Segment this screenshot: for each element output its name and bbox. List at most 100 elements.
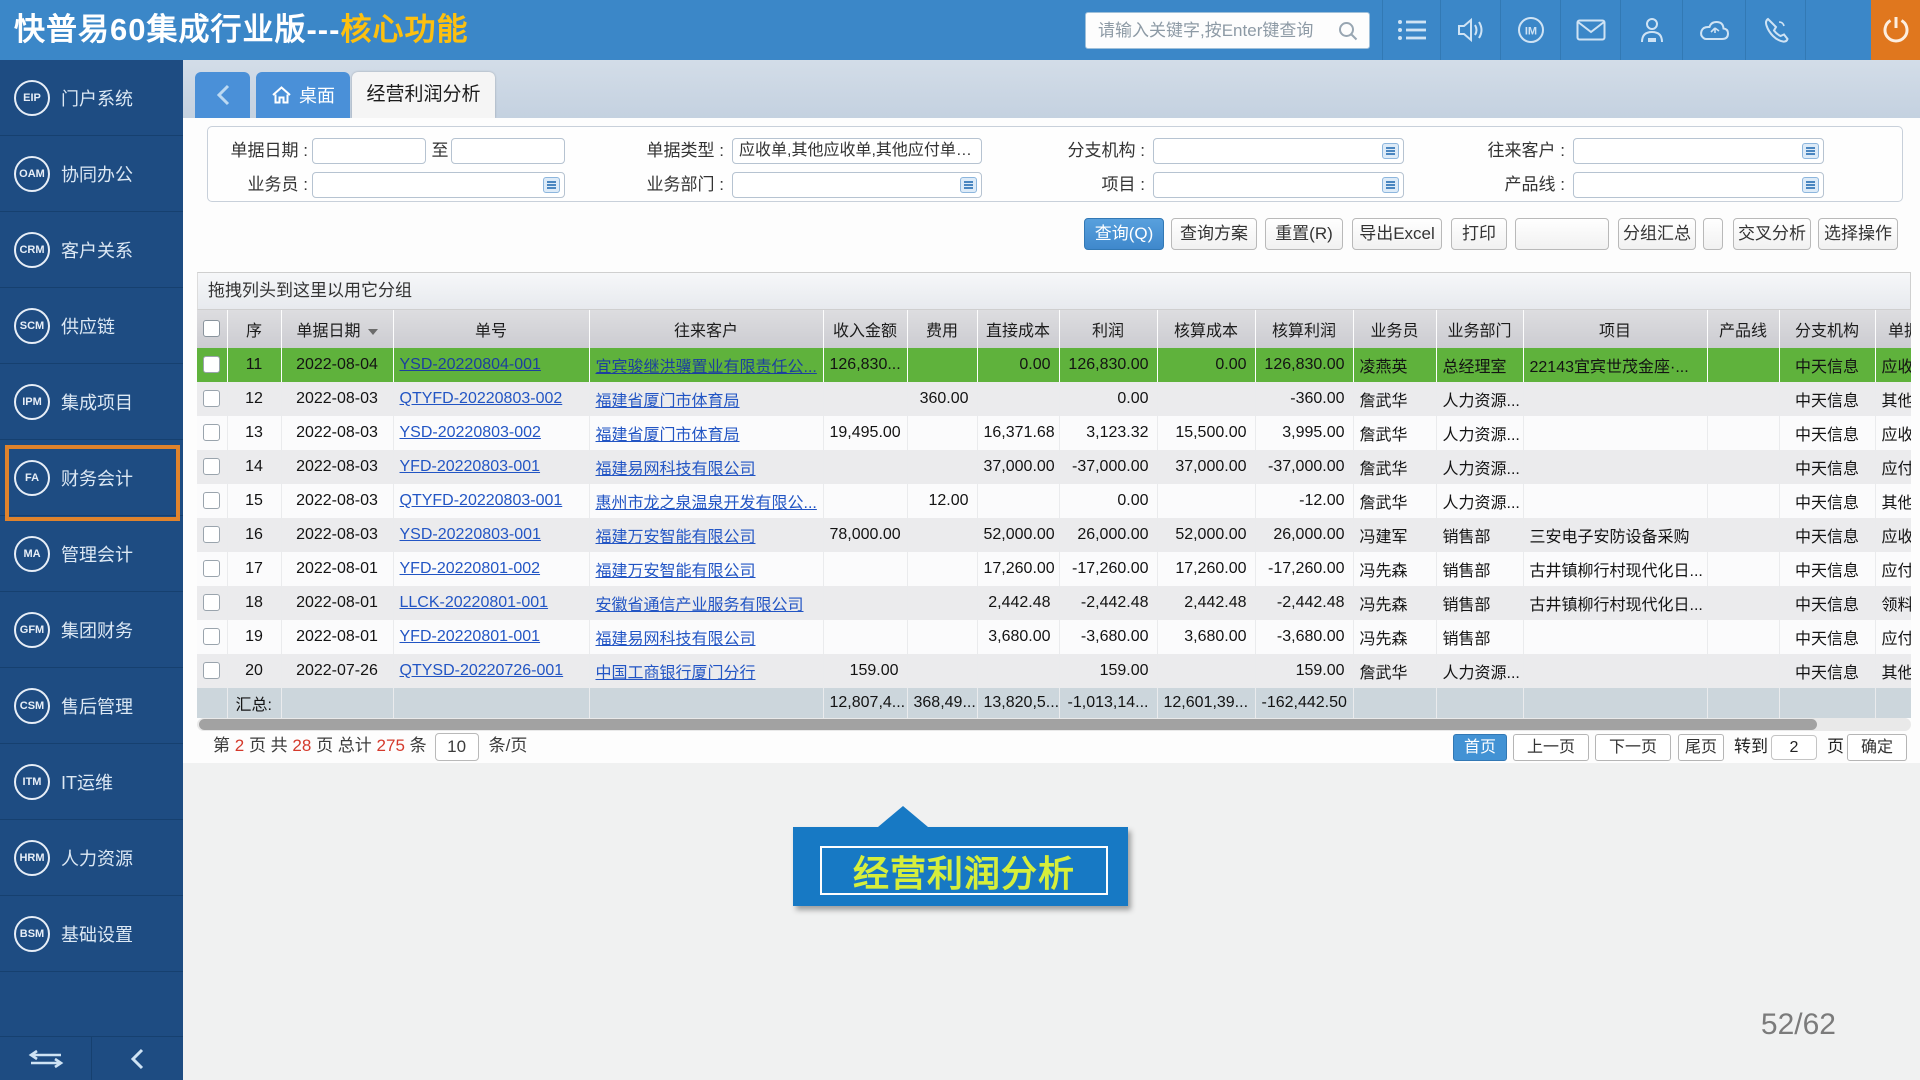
sidebar-item-hrm[interactable]: HRM人力资源 <box>0 820 183 896</box>
column-header-salesman[interactable]: 业务员 <box>1353 310 1436 348</box>
customer-link[interactable]: 宜宾骏继洪骥置业有限责任公... <box>596 359 817 376</box>
customer-link[interactable]: 中国工商银行厦门分行 <box>596 665 756 682</box>
menu-list-button[interactable] <box>1382 0 1440 60</box>
table-row[interactable]: 192022-08-01YFD-20220801-001福建易网科技有限公司3,… <box>197 620 1911 654</box>
sidebar-item-ma[interactable]: MA管理会计 <box>0 516 183 592</box>
select-all-checkbox[interactable] <box>203 320 220 337</box>
sidebar-collapse-button[interactable] <box>91 1037 182 1080</box>
sidebar-item-gfm[interactable]: GFM集团财务 <box>0 592 183 668</box>
doc_no-link[interactable]: YSD-20220803-002 <box>400 424 541 441</box>
doc_no-link[interactable]: LLCK-20220801-001 <box>400 594 549 611</box>
row-checkbox[interactable] <box>203 492 220 509</box>
sidebar-item-eip[interactable]: EIP门户系统 <box>0 60 183 136</box>
sidebar-item-oam[interactable]: OAM协同办公 <box>0 136 183 212</box>
customer-link[interactable]: 福建万安智能有限公司 <box>596 529 756 546</box>
sidebar-item-csm[interactable]: CSM售后管理 <box>0 668 183 744</box>
query-plan-button[interactable]: 查询方案 <box>1171 218 1257 250</box>
row-checkbox[interactable] <box>203 458 220 475</box>
table-row[interactable]: 172022-08-01YFD-20220801-002福建万安智能有限公司17… <box>197 552 1911 586</box>
cross-analysis-button[interactable]: 交叉分析 <box>1733 218 1811 250</box>
filter-input-date-to[interactable] <box>451 138 565 164</box>
table-row[interactable]: 182022-08-01LLCK-20220801-001安徽省通信产业服务有限… <box>197 586 1911 620</box>
group-summary-button[interactable]: 分组汇总 <box>1618 218 1696 250</box>
sidebar-item-itm[interactable]: ITMIT运维 <box>0 744 183 820</box>
sidebar-item-ipm[interactable]: IPM集成项目 <box>0 364 183 440</box>
table-row[interactable]: 152022-08-03QTYFD-20220803-001惠州市龙之泉温泉开发… <box>197 484 1911 518</box>
doc_no-link[interactable]: YFD-20220803-001 <box>400 458 541 475</box>
table-row[interactable]: 162022-08-03YSD-20220803-001福建万安智能有限公司78… <box>197 518 1911 552</box>
doc_no-link[interactable]: QTYFD-20220803-001 <box>400 492 563 509</box>
back-button[interactable] <box>195 72 250 118</box>
filter-input-salesman[interactable] <box>312 172 565 198</box>
doc_no-link[interactable]: YSD-20220804-001 <box>400 356 541 373</box>
last-page-button[interactable]: 尾页 <box>1678 734 1724 761</box>
row-checkbox[interactable] <box>203 560 220 577</box>
column-header-expense[interactable]: 费用 <box>907 310 977 348</box>
select-all-header[interactable] <box>197 310 227 348</box>
filter-input-doc-type[interactable]: 应收单,其他应收单,其他应付单… <box>732 138 982 164</box>
phone-button[interactable] <box>1745 0 1805 60</box>
export-excel-button[interactable]: 导出Excel <box>1352 218 1442 250</box>
page-size-input[interactable]: 10 <box>435 733 479 761</box>
filter-input-branch[interactable] <box>1153 138 1404 164</box>
sidebar-item-bsm[interactable]: BSM基础设置 <box>0 896 183 972</box>
speaker-button[interactable] <box>1440 0 1500 60</box>
doc_no-link[interactable]: QTYSD-20220726-001 <box>400 662 564 679</box>
reset-button[interactable]: 重置(R) <box>1265 218 1343 250</box>
column-header-branch[interactable]: 分支机构 <box>1779 310 1875 348</box>
column-header-product_line[interactable]: 产品线 <box>1707 310 1779 348</box>
customer-link[interactable]: 福建省厦门市体育局 <box>596 427 740 444</box>
customer-link[interactable]: 惠州市龙之泉温泉开发有限公... <box>596 495 817 512</box>
mail-button[interactable] <box>1560 0 1620 60</box>
cloud-button[interactable] <box>1682 0 1745 60</box>
customer-link[interactable]: 福建省厦门市体育局 <box>596 393 740 410</box>
customer-link[interactable]: 福建易网科技有限公司 <box>596 461 756 478</box>
filter-input-project[interactable] <box>1153 172 1404 198</box>
column-header-project[interactable]: 项目 <box>1523 310 1707 348</box>
column-header-doc_type[interactable]: 单据类型 <box>1875 310 1911 348</box>
tab-profit-analysis[interactable]: 经营利润分析 <box>352 72 495 118</box>
filter-input-dept[interactable] <box>732 172 982 198</box>
row-checkbox[interactable] <box>203 390 220 407</box>
im-button[interactable]: IM <box>1500 0 1560 60</box>
column-header-doc_no[interactable]: 单号 <box>393 310 589 348</box>
power-button[interactable] <box>1871 0 1920 60</box>
column-header-account_profit[interactable]: 核算利润 <box>1255 310 1353 348</box>
tab-desktop[interactable]: 桌面 <box>256 72 350 118</box>
goto-page-input[interactable]: 2 <box>1771 735 1817 760</box>
person-button[interactable] <box>1620 0 1682 60</box>
first-page-button[interactable]: 首页 <box>1453 734 1507 761</box>
column-header-account_cost[interactable]: 核算成本 <box>1157 310 1255 348</box>
filter-input-product-line[interactable] <box>1573 172 1824 198</box>
sidebar-item-crm[interactable]: CRM客户关系 <box>0 212 183 288</box>
column-header-date[interactable]: 单据日期 <box>281 310 393 348</box>
column-header-dept[interactable]: 业务部门 <box>1436 310 1523 348</box>
sidebar-item-scm[interactable]: SCM供应链 <box>0 288 183 364</box>
sort-caret-icon[interactable] <box>368 329 378 335</box>
column-header-customer[interactable]: 往来客户 <box>589 310 823 348</box>
customer-link[interactable]: 福建易网科技有限公司 <box>596 631 756 648</box>
doc_no-link[interactable]: YFD-20220801-001 <box>400 628 541 645</box>
global-search-input[interactable]: 请输入关键字,按Enter键查询 <box>1085 12 1370 49</box>
doc_no-link[interactable]: YSD-20220803-001 <box>400 526 541 543</box>
row-checkbox[interactable] <box>203 526 220 543</box>
customer-link[interactable]: 安徽省通信产业服务有限公司 <box>596 597 804 614</box>
row-checkbox[interactable] <box>203 628 220 645</box>
goto-confirm-button[interactable]: 确定 <box>1847 734 1907 761</box>
group-by-bar[interactable]: 拖拽列头到这里以用它分组 <box>197 272 1911 310</box>
customer-link[interactable]: 福建万安智能有限公司 <box>596 563 756 580</box>
scrollbar-thumb[interactable] <box>199 719 1817 730</box>
row-checkbox[interactable] <box>203 662 220 679</box>
doc_no-link[interactable]: QTYFD-20220803-002 <box>400 390 563 407</box>
sidebar-item-fa[interactable]: FA财务会计 <box>0 440 183 516</box>
doc_no-link[interactable]: YFD-20220801-002 <box>400 560 541 577</box>
table-row[interactable]: 202022-07-26QTYSD-20220726-001中国工商银行厦门分行… <box>197 654 1911 688</box>
table-row[interactable]: 142022-08-03YFD-20220803-001福建易网科技有限公司37… <box>197 450 1911 484</box>
row-checkbox[interactable] <box>203 424 220 441</box>
column-header-direct_cost[interactable]: 直接成本 <box>977 310 1059 348</box>
print-button[interactable]: 打印 <box>1451 218 1507 250</box>
query-button[interactable]: 查询(Q) <box>1084 218 1164 250</box>
filter-input-customer[interactable] <box>1573 138 1824 164</box>
column-header-profit[interactable]: 利润 <box>1059 310 1157 348</box>
select-operation-button[interactable]: 选择操作 <box>1818 218 1898 250</box>
